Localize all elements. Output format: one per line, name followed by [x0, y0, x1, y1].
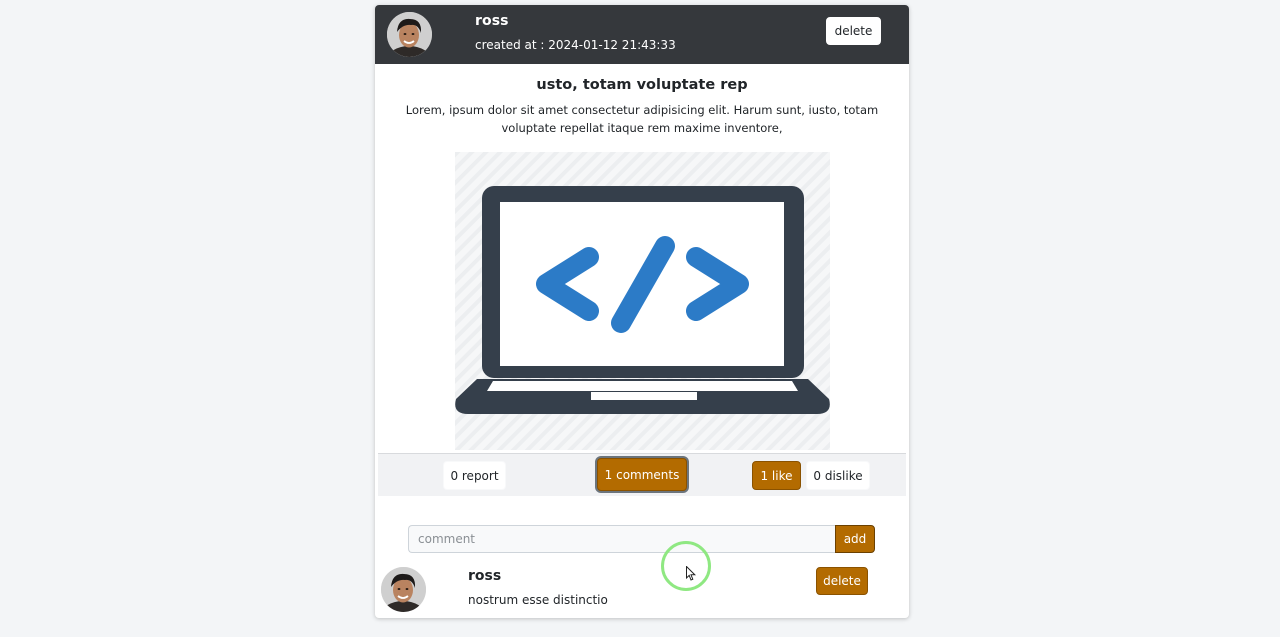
add-comment-button[interactable]: add	[835, 525, 875, 553]
post-body: Lorem, ipsum dolor sit amet consectetur …	[405, 103, 879, 135]
post-action-bar: 0 report 1 comments 1 like 0 dislike	[378, 453, 906, 496]
post-image	[455, 152, 830, 450]
comment-author-name: ross	[468, 568, 502, 584]
report-button[interactable]: 0 report	[443, 461, 506, 490]
post-card: ross created at : 2024-01-12 21:43:33 de…	[375, 5, 909, 618]
post-title: usto, totam voluptate rep	[536, 77, 748, 93]
created-timestamp: created at : 2024-01-12 21:43:33	[475, 38, 676, 52]
author-name: ross	[475, 13, 509, 29]
comment-author-avatar	[381, 567, 426, 612]
like-button[interactable]: 1 like	[752, 461, 801, 490]
delete-post-button[interactable]: delete	[826, 17, 881, 45]
author-avatar	[387, 12, 432, 57]
comment-text: nostrum esse distinctio	[468, 593, 608, 607]
comments-button[interactable]: 1 comments	[597, 458, 687, 491]
laptop-code-icon	[455, 152, 830, 450]
comment-form: add	[408, 525, 875, 553]
delete-comment-button[interactable]: delete	[816, 567, 868, 595]
comment-input[interactable]	[408, 525, 835, 553]
post-header: ross created at : 2024-01-12 21:43:33 de…	[375, 5, 909, 64]
dislike-button[interactable]: 0 dislike	[806, 461, 870, 490]
